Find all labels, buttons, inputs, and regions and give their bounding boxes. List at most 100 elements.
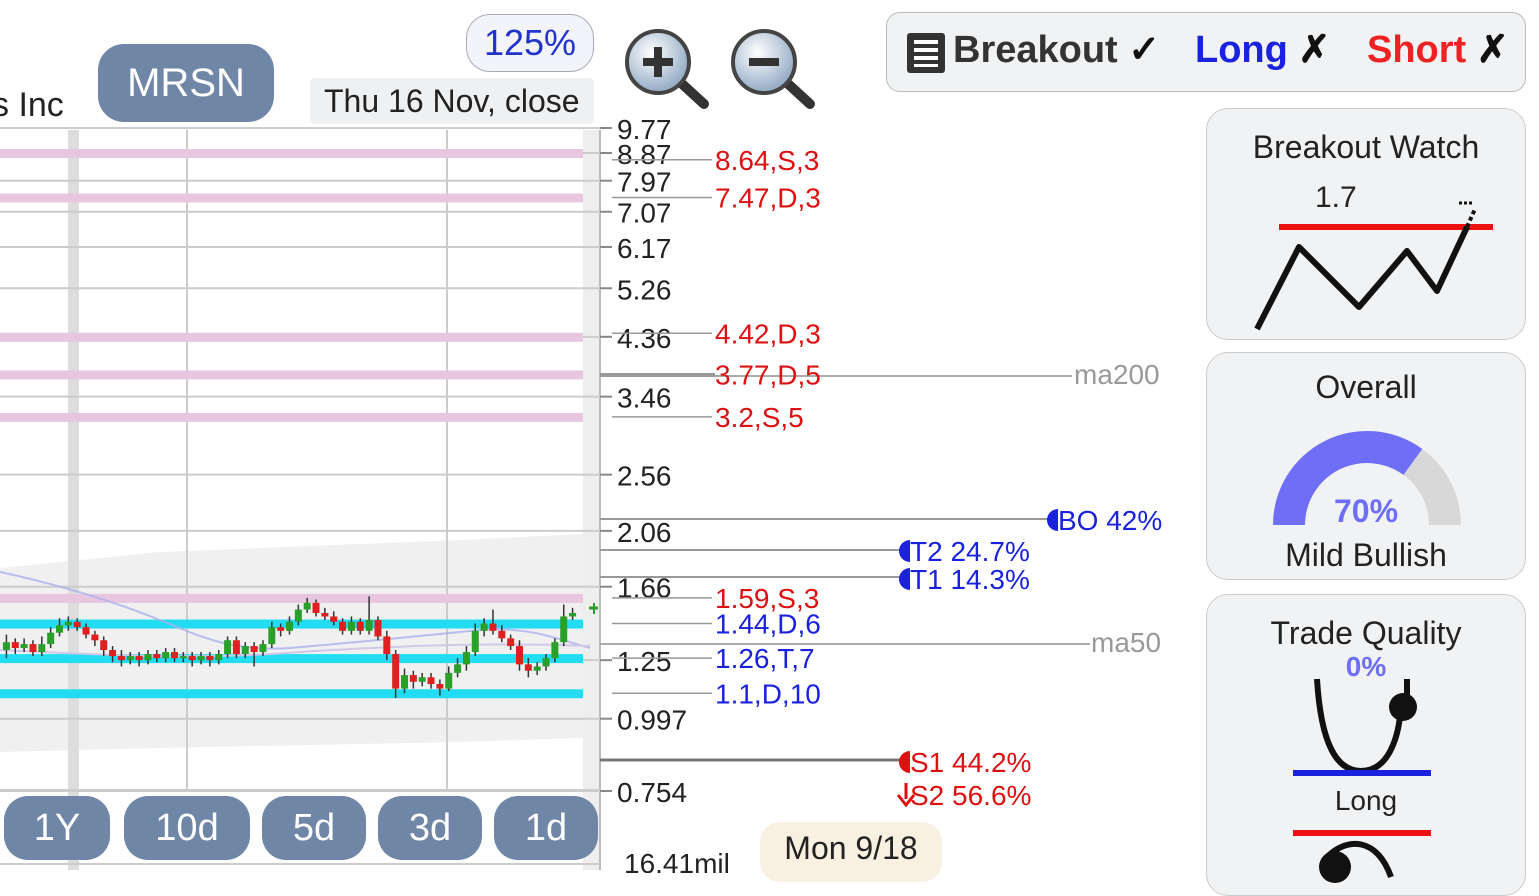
support-band — [0, 689, 583, 699]
price-tick-label: 8.87 — [617, 139, 672, 170]
candle-body — [286, 621, 293, 631]
candle-body — [347, 621, 355, 631]
range-button-5d[interactable]: 5d — [262, 796, 366, 860]
candle-body — [427, 677, 435, 685]
support-level-label: 1.1,D,10 — [715, 678, 821, 709]
price-tick-label: 1.25 — [617, 646, 672, 677]
chart-date: Thu 16 Nov, close — [310, 78, 594, 124]
magnifier-minus-icon — [731, 29, 815, 109]
price-tick-label: 5.26 — [617, 274, 672, 305]
support-level-label: 1.44,D,6 — [715, 609, 821, 640]
candle-body — [436, 684, 444, 689]
candle-body — [2, 642, 10, 651]
candle-body — [569, 612, 577, 617]
target-marker-icon — [899, 540, 910, 562]
zoom-out-button[interactable] — [728, 26, 818, 112]
candle-body — [489, 623, 497, 631]
candle-body — [224, 640, 232, 655]
overall-panel[interactable]: Overall 70% Mild Bullish — [1206, 352, 1526, 580]
long-toggle[interactable]: Long ✗ — [1195, 27, 1330, 72]
target-label: S1 44.2% — [910, 747, 1031, 778]
candle-body — [47, 632, 55, 645]
candle-body — [126, 656, 134, 661]
candle-body — [56, 625, 63, 633]
target-label: T1 14.3% — [910, 564, 1030, 595]
breakout-toggle[interactable]: Breakout ✓ — [953, 27, 1160, 72]
candle-body — [462, 652, 470, 665]
ma200-label: ma200 — [1074, 359, 1160, 390]
resistance-level-label: 4.42,D,3 — [715, 318, 821, 349]
resistance-band — [0, 370, 583, 380]
trade-quality-panel[interactable]: Trade Quality 0% Long — [1206, 594, 1526, 896]
target-label: S2 56.6% — [910, 780, 1031, 811]
candle-body — [303, 602, 311, 610]
breakout-watch-panel[interactable]: Breakout Watch 1.7 — [1206, 108, 1526, 340]
candle-body — [188, 656, 196, 661]
short-pattern-icon — [1293, 830, 1431, 883]
candle-body — [365, 619, 373, 631]
list-icon[interactable] — [907, 33, 945, 73]
cross-icon: ✗ — [1476, 29, 1509, 71]
short-label: Short — [1367, 29, 1467, 71]
support-level-label: 1.26,T,7 — [715, 643, 815, 674]
resistance-level-label: 8.64,S,3 — [715, 145, 819, 176]
resistance-band — [0, 332, 583, 342]
company-name: s Inc — [0, 86, 64, 124]
candle-body — [339, 621, 347, 631]
cross-icon: ✗ — [1298, 29, 1331, 71]
price-tick-label: 6.17 — [617, 233, 672, 264]
candle-body — [100, 640, 108, 651]
price-tick-label: 2.56 — [617, 461, 672, 492]
candle-body — [268, 627, 276, 645]
candle-body — [533, 666, 541, 671]
range-button-3d[interactable]: 3d — [378, 796, 482, 860]
range-button-1d[interactable]: 1d — [494, 796, 598, 860]
candle-body — [480, 623, 488, 631]
zoom-level[interactable]: 125% — [466, 14, 594, 72]
candle-body — [38, 644, 46, 653]
ticker-button[interactable]: MRSN — [98, 44, 274, 122]
candle-body — [144, 654, 152, 661]
candle-body — [73, 621, 81, 628]
volume-label: 16.41mil — [624, 848, 730, 873]
signal-toggle-bar: Breakout ✓ Long ✗ Short ✗ — [886, 12, 1526, 92]
plot-right-edge-band — [583, 130, 600, 870]
resistance-level-label: 7.47,D,3 — [715, 182, 821, 213]
target-marker-icon — [1047, 509, 1058, 531]
candle-body — [232, 640, 240, 655]
candle-body — [215, 654, 223, 661]
target-marker-icon — [899, 751, 910, 773]
check-icon: ✓ — [1128, 29, 1161, 71]
candle-body — [179, 656, 187, 659]
price-tick-label: 1.66 — [617, 573, 672, 604]
candle-body — [250, 646, 258, 653]
zoom-in-button[interactable] — [622, 26, 712, 112]
candle-body — [312, 602, 320, 613]
resistance-band — [0, 193, 583, 203]
short-toggle[interactable]: Short ✗ — [1367, 27, 1509, 72]
candle-body — [241, 646, 249, 655]
magnifier-plus-icon — [625, 29, 709, 109]
range-button-1y[interactable]: 1Y — [4, 796, 110, 860]
ma50-label: ma50 — [1091, 627, 1161, 658]
candle-body — [330, 616, 338, 622]
candle-body — [454, 664, 462, 673]
candle-body — [356, 621, 364, 631]
bottom-date-label: Mon 9/18 — [760, 822, 942, 882]
candle-body — [409, 675, 417, 682]
resistance-band — [0, 149, 583, 159]
candle-body — [117, 656, 125, 661]
candle-body — [135, 656, 143, 661]
candle-body — [206, 656, 214, 661]
candle-body — [551, 642, 559, 659]
overall-sentiment: Mild Bullish — [1285, 537, 1447, 573]
range-button-10d[interactable]: 10d — [124, 796, 250, 860]
candle-body — [524, 664, 532, 671]
long-label: Long — [1195, 29, 1288, 71]
candle-body — [516, 646, 523, 665]
candle-body — [321, 612, 329, 617]
candle-body — [374, 619, 382, 637]
grid-band-vertical — [68, 130, 79, 870]
candle-body — [507, 638, 515, 647]
candle-body — [109, 650, 117, 657]
